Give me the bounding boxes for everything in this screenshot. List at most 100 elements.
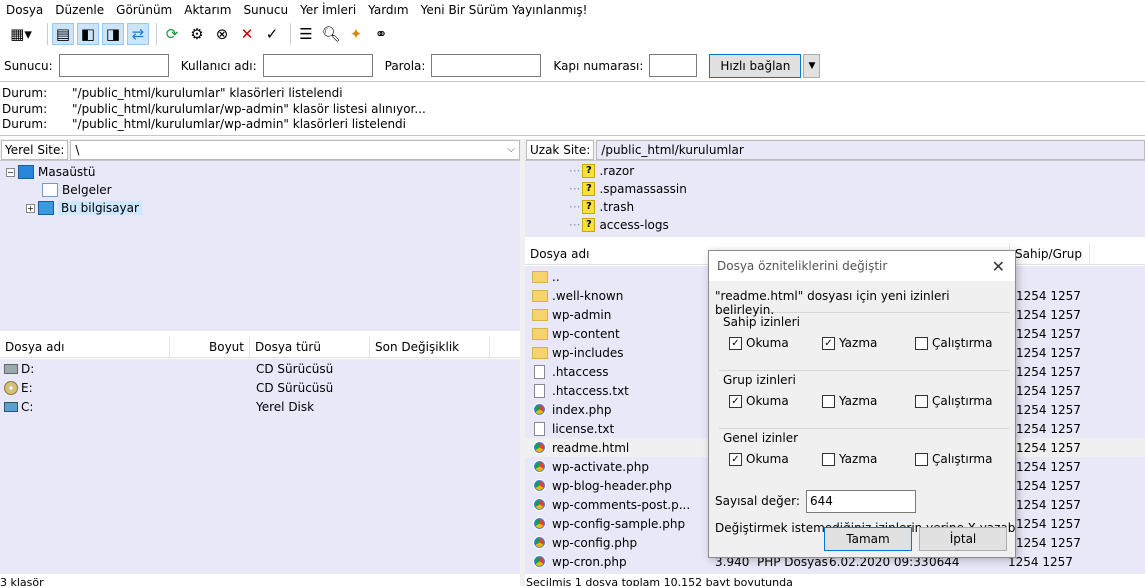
ok-button[interactable]: Tamam	[824, 527, 912, 551]
tree-item[interactable]: ···? .trash	[525, 198, 1145, 216]
file-name: wp-config.php	[552, 535, 638, 550]
checkbox-box[interactable]: ✓	[822, 336, 835, 350]
column-header-size[interactable]: Boyut	[170, 335, 250, 358]
file-type: CD Sürücüsü	[256, 380, 334, 395]
menu-item-1[interactable]: Düzenle	[49, 3, 110, 17]
checkbox-box[interactable]: ✓	[729, 394, 742, 408]
port-input[interactable]	[649, 54, 698, 77]
write-checkbox[interactable]: ✓ Yazma	[822, 336, 915, 350]
dialog-title: Dosya özniteliklerini değiştir	[717, 259, 888, 273]
exec-checkbox[interactable]: Çalıştırma	[915, 452, 992, 466]
permission-group: Genel izinler ✓ Okuma Yazma Çalıştırma	[715, 428, 1009, 483]
file-type: CD Sürücüsü	[256, 361, 334, 376]
site-manager-icon[interactable]: ▦▾	[2, 23, 40, 45]
remote-site-bar: Uzak Site: /public_html/kurulumlar	[525, 139, 1145, 161]
menu-item-5[interactable]: Yer İmleri	[294, 3, 362, 17]
column-header-type[interactable]: Dosya türü	[250, 335, 370, 358]
search-icon[interactable]: 🔍︎	[320, 23, 342, 45]
numeric-value-input[interactable]	[805, 489, 916, 513]
tree-item[interactable]: ···? .razor	[525, 162, 1145, 180]
local-site-label: Yerel Site:	[1, 139, 69, 160]
menu-item-3[interactable]: Aktarım	[178, 3, 237, 17]
file-name: .htaccess	[552, 364, 609, 379]
close-icon[interactable]: ✕	[992, 257, 1005, 276]
checkbox-box[interactable]	[822, 394, 835, 408]
remote-site-label: Uzak Site:	[526, 139, 595, 160]
quickconnect-bar: Sunucu: Kullanıcı adı: Parola: Kapı numa…	[0, 50, 1145, 82]
cancel-operation-icon[interactable]: ⊗	[211, 23, 233, 45]
log-message: "/public_html/kurulumlar/wp-admin" klasö…	[72, 117, 407, 131]
folder-icon	[532, 346, 548, 359]
checkbox-box[interactable]	[822, 452, 835, 466]
expand-icon[interactable]: +	[26, 203, 35, 213]
file-owner: 1254 1257	[1016, 478, 1081, 493]
menu-item-6[interactable]: Yardım	[362, 3, 414, 17]
toolbar: ▦▾ ▤ ◧ ◨ ⇄ ⟳ ⚙ ⊗ ✕ ✓ ☰ 🔍︎ ✦ ⚭	[0, 20, 1145, 48]
menu-item-0[interactable]: Dosya	[0, 3, 49, 17]
permission-group: Sahip izinleri ✓ Okuma ✓ Yazma Çalıştırma	[715, 312, 1009, 367]
file-name: readme.html	[552, 440, 630, 455]
tree-dots: ···	[569, 164, 581, 178]
cancel-button[interactable]: İptal	[919, 527, 1007, 551]
reconnect-icon[interactable]: ✓	[261, 23, 283, 45]
password-input[interactable]	[431, 54, 542, 77]
write-checkbox[interactable]: Yazma	[822, 452, 915, 466]
collapse-icon[interactable]: −	[6, 167, 15, 177]
file-name: wp-cron.php	[552, 554, 627, 569]
write-checkbox[interactable]: Yazma	[822, 394, 915, 408]
checkbox-box[interactable]: ✓	[729, 336, 742, 350]
checkbox-box[interactable]: ✓	[729, 452, 742, 466]
toggle-log-icon[interactable]: ▤	[52, 23, 74, 45]
menu-item-2[interactable]: Görünüm	[110, 3, 178, 17]
local-path-text: \	[75, 142, 80, 157]
refresh-icon[interactable]: ⟳	[161, 23, 183, 45]
tree-item-this-pc[interactable]: + Bu bilgisayar	[0, 199, 520, 217]
process-queue-icon[interactable]: ⚙	[186, 23, 208, 45]
tree-item[interactable]: ···? access-logs	[525, 216, 1145, 234]
folder-icon	[532, 270, 548, 283]
menu-item-7[interactable]: Yeni Bir Sürüm Yayınlanmış!	[415, 3, 594, 17]
read-checkbox[interactable]: ✓ Okuma	[729, 394, 822, 408]
file-owner: 1254 1257	[1016, 459, 1081, 474]
tree-item-documents[interactable]: Belgeler	[0, 181, 520, 199]
checkbox-label: Yazma	[839, 336, 878, 350]
sync-browsing-icon[interactable]: ✦	[345, 23, 367, 45]
host-input[interactable]	[58, 54, 169, 77]
permission-group: Grup izinleri ✓ Okuma Yazma Çalıştırma	[715, 370, 1009, 425]
exec-checkbox[interactable]: Çalıştırma	[915, 394, 992, 408]
checkbox-box[interactable]	[915, 336, 928, 350]
php-icon	[533, 403, 546, 416]
toggle-queue-icon[interactable]: ⇄	[127, 23, 149, 45]
remote-status: Seçilmiş 1 dosya toplam 10.152 bayt boyu…	[526, 576, 793, 586]
local-path-input[interactable]: \ ⌵	[70, 139, 520, 160]
table-row[interactable]: D: CD Sürücüsü	[0, 359, 520, 378]
username-input[interactable]	[262, 54, 373, 77]
checkbox-box[interactable]	[915, 452, 928, 466]
file-name: wp-content	[552, 326, 620, 341]
log-message: "/public_html/kurulumlar/wp-admin" klasö…	[72, 101, 426, 116]
remote-path-input[interactable]: /public_html/kurulumlar	[596, 139, 1145, 160]
column-header-modified[interactable]: Son Değişiklik	[370, 335, 490, 358]
disconnect-icon[interactable]: ✕	[236, 23, 258, 45]
read-checkbox[interactable]: ✓ Okuma	[729, 336, 822, 350]
toggle-local-tree-icon[interactable]: ◧	[77, 23, 99, 45]
tree-item[interactable]: ···? .spamassassin	[525, 180, 1145, 198]
menu-item-4[interactable]: Sunucu	[237, 3, 294, 17]
quickconnect-dropdown-icon[interactable]: ▼	[803, 53, 821, 78]
toggle-remote-tree-icon[interactable]: ◨	[102, 23, 124, 45]
exec-checkbox[interactable]: Çalıştırma	[915, 336, 992, 350]
tree-item-desktop[interactable]: − Masaüstü	[0, 163, 520, 181]
drive-icon	[4, 363, 18, 374]
chevron-down-icon[interactable]: ⌵	[507, 141, 515, 159]
binoculars-icon[interactable]: ⚭	[370, 23, 392, 45]
php-icon	[533, 517, 546, 530]
quickconnect-button[interactable]: Hızlı bağlan	[709, 53, 802, 78]
checkbox-box[interactable]	[915, 394, 928, 408]
read-checkbox[interactable]: ✓ Okuma	[729, 452, 822, 466]
column-header-owner[interactable]: Sahip/Grup	[1010, 242, 1090, 265]
local-file-list: D: CD Sürücüsü E: CD Sürücüsü C: Yerel D…	[0, 359, 520, 574]
table-row[interactable]: E: CD Sürücüsü	[0, 378, 520, 397]
column-header-filename[interactable]: Dosya adı	[0, 335, 170, 358]
directory-listing-filters-icon[interactable]: ☰	[295, 23, 317, 45]
table-row[interactable]: C: Yerel Disk	[0, 397, 520, 416]
